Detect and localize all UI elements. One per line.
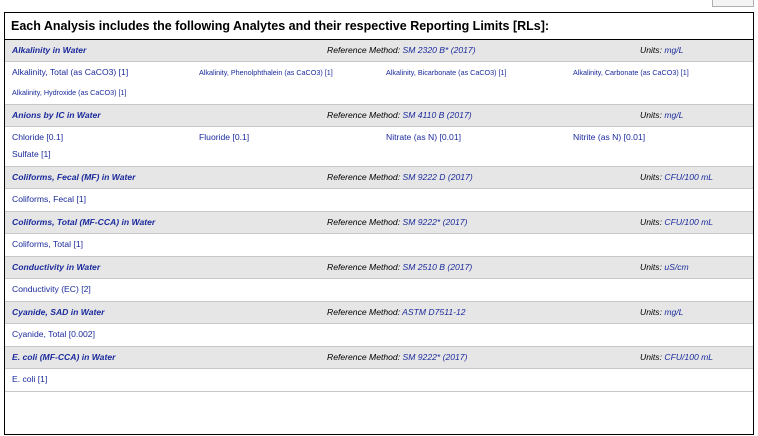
analyte-row: Chloride [0.1] Fluoride [0.1] Nitrate (as … <box>5 129 753 146</box>
analyte-item: Nitrate (as N) [0.01] <box>386 132 461 142</box>
units-value: CFU/100 mL <box>664 172 714 182</box>
units: Units: mg/L <box>640 40 683 61</box>
units: Units: mg/L <box>640 302 683 323</box>
analyte-row: Sulfate [1] <box>5 146 753 163</box>
analyte-row: Coliforms, Total [1] <box>5 236 753 253</box>
analyte-list: Alkalinity, Total (as CaCO3) [1] Alkalini… <box>5 62 753 105</box>
units: Units: CFU/100 mL <box>640 347 713 368</box>
units-label: Units: <box>640 352 665 362</box>
reference-method-label: Reference Method: <box>327 352 403 362</box>
analysis-title: Anions by IC in Water <box>12 110 101 120</box>
analysis-header: E. coli (MF-CCA) in Water Reference Metho… <box>5 347 753 369</box>
tab-fragment <box>712 0 754 7</box>
analyte-item: Cyanide, Total [0.002] <box>12 329 95 339</box>
reference-method: Reference Method: SM 4110 B (2017) <box>327 105 472 126</box>
analyte-item: Coliforms, Total [1] <box>12 239 84 249</box>
reference-method-label: Reference Method: <box>327 217 403 227</box>
units-label: Units: <box>640 172 665 182</box>
analyte-row: Cyanide, Total [0.002] <box>5 326 753 343</box>
analyte-list: Coliforms, Fecal [1] <box>5 189 753 212</box>
analysis-title: Alkalinity in Water <box>12 45 87 55</box>
analyte-item: Sulfate [1] <box>12 149 51 159</box>
analyte-row: Conductivity (EC) [2] <box>5 281 753 298</box>
units-label: Units: <box>640 45 665 55</box>
units: Units: uS/cm <box>640 257 689 278</box>
analyte-item: Alkalinity, Total (as CaCO3) [1] <box>12 67 129 77</box>
reference-method-value: SM 9222 D (2017) <box>402 172 473 182</box>
reference-method-value: SM 4110 B (2017) <box>402 110 472 120</box>
panel-heading: Each Analysis includes the following Ana… <box>5 13 753 40</box>
analysis-title: E. coli (MF-CCA) in Water <box>12 352 116 362</box>
analyte-row: Alkalinity, Total (as CaCO3) [1] Alkalini… <box>5 64 753 84</box>
reference-method-value: ASTM D7511-12 <box>402 307 466 317</box>
analyte-item: Fluoride [0.1] <box>199 132 250 142</box>
units-label: Units: <box>640 110 665 120</box>
analyte-row: Alkalinity, Hydroxide (as CaCO3) [1] <box>5 84 753 101</box>
reference-method: Reference Method: SM 9222* (2017) <box>327 347 467 368</box>
units-value: uS/cm <box>664 262 689 272</box>
analyte-list: E. coli [1] <box>5 369 753 392</box>
reference-method: Reference Method: SM 9222* (2017) <box>327 212 467 233</box>
analyte-item: Nitrite (as N) [0.01] <box>573 132 646 142</box>
analyte-row: Coliforms, Fecal [1] <box>5 191 753 208</box>
analyte-item: Coliforms, Fecal [1] <box>12 194 87 204</box>
reference-method: Reference Method: ASTM D7511-12 <box>327 302 466 323</box>
reference-method-value: SM 9222* (2017) <box>402 352 468 362</box>
analyte-row: E. coli [1] <box>5 371 753 388</box>
reference-method-label: Reference Method: <box>327 262 403 272</box>
units-label: Units: <box>640 217 665 227</box>
units-label: Units: <box>640 307 665 317</box>
analyte-item: Alkalinity, Phenolphthalein (as CaCO3) [… <box>199 68 333 77</box>
analysis-header: Coliforms, Fecal (MF) in Water Reference … <box>5 167 753 189</box>
units: Units: CFU/100 mL <box>640 212 713 233</box>
analyte-item: Alkalinity, Bicarbonate (as CaCO3) [1] <box>386 68 507 77</box>
reference-method-label: Reference Method: <box>327 172 403 182</box>
units-value: mg/L <box>664 307 684 317</box>
analysis-header: Cyanide, SAD in Water Reference Method: A… <box>5 302 753 324</box>
analysis-header: Coliforms, Total (MF-CCA) in Water Refere… <box>5 212 753 234</box>
reference-method-value: SM 2510 B (2017) <box>402 262 473 272</box>
units-value: CFU/100 mL <box>664 217 714 227</box>
units-label: Units: <box>640 262 665 272</box>
units-value: mg/L <box>664 45 684 55</box>
analyte-item: Alkalinity, Carbonate (as CaCO3) [1] <box>573 68 689 77</box>
reference-method: Reference Method: SM 9222 D (2017) <box>327 167 473 188</box>
units-value: CFU/100 mL <box>664 352 714 362</box>
analysis-header: Anions by IC in Water Reference Method: S… <box>5 105 753 127</box>
units: Units: mg/L <box>640 105 683 126</box>
analysis-title: Coliforms, Total (MF-CCA) in Water <box>12 217 156 227</box>
analysis-title: Conductivity in Water <box>12 262 101 272</box>
analysis-header: Conductivity in Water Reference Method: S… <box>5 257 753 279</box>
reference-method-value: SM 2320 B* (2017) <box>402 45 476 55</box>
analysis-sections: Alkalinity in Water Reference Method: SM … <box>5 40 753 392</box>
reference-method-label: Reference Method: <box>327 307 403 317</box>
reference-method-label: Reference Method: <box>327 110 403 120</box>
analyte-list: Coliforms, Total [1] <box>5 234 753 257</box>
analyte-item: Conductivity (EC) [2] <box>12 284 91 294</box>
analytes-panel: Each Analysis includes the following Ana… <box>4 12 754 435</box>
units: Units: CFU/100 mL <box>640 167 713 188</box>
analyte-item: E. coli [1] <box>12 374 48 384</box>
analyte-item: Chloride [0.1] <box>12 132 64 142</box>
analysis-title: Cyanide, SAD in Water <box>12 307 105 317</box>
top-strip <box>0 0 758 12</box>
reference-method-value: SM 9222* (2017) <box>402 217 468 227</box>
analysis-header: Alkalinity in Water Reference Method: SM … <box>5 40 753 62</box>
analyte-list: Chloride [0.1] Fluoride [0.1] Nitrate (as … <box>5 127 753 167</box>
reference-method: Reference Method: SM 2320 B* (2017) <box>327 40 476 61</box>
reference-method: Reference Method: SM 2510 B (2017) <box>327 257 472 278</box>
analysis-title: Coliforms, Fecal (MF) in Water <box>12 172 136 182</box>
analyte-list: Cyanide, Total [0.002] <box>5 324 753 347</box>
units-value: mg/L <box>664 110 684 120</box>
analyte-list: Conductivity (EC) [2] <box>5 279 753 302</box>
analyte-item: Alkalinity, Hydroxide (as CaCO3) [1] <box>12 88 127 98</box>
reference-method-label: Reference Method: <box>327 45 403 55</box>
